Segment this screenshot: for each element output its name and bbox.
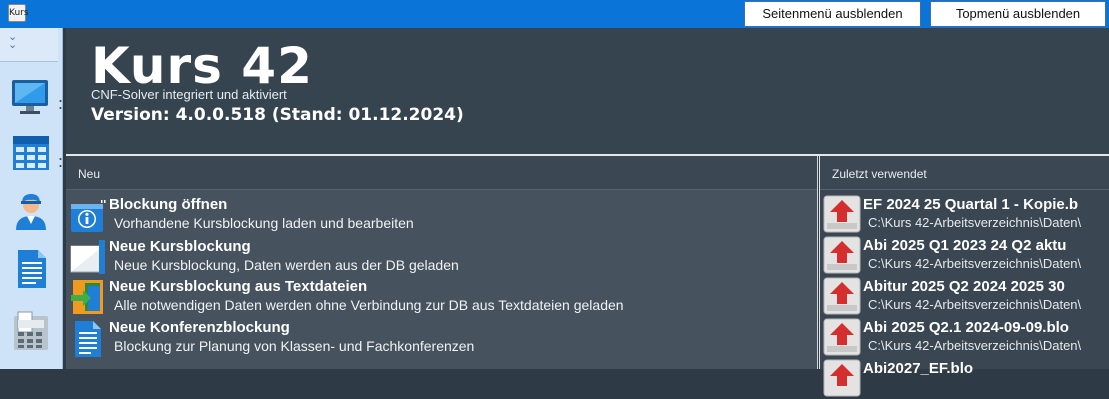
recent-file-title: Abi 2025 Q1 2023 24 Q2 aktu [863, 237, 1067, 254]
recent-panel: Zuletzt verwendet EF 2024 25 Quartal 1 -… [819, 156, 1109, 397]
user-icon[interactable] [10, 190, 52, 232]
upload-file-icon [823, 318, 861, 356]
calculator-icon[interactable] [10, 310, 52, 352]
recent-file-item[interactable]: Abi2027_EF.blo [820, 358, 1109, 399]
upload-file-icon [823, 236, 861, 274]
monitor-icon[interactable] [10, 76, 52, 118]
app-header: Kurs 42 CNF-Solver integriert und aktivi… [66, 28, 1109, 154]
version-text: Version: 4.0.0.518 (Stand: 01.12.2024) [91, 105, 464, 125]
new-kursblockung-item[interactable]: Neue Kursblockung Neue Kursblockung, Dat… [66, 236, 818, 277]
recent-file-title: EF 2024 25 Quartal 1 - Kopie.b [863, 196, 1079, 213]
hide-side-menu-button[interactable]: Seitenmenü ausblenden [744, 1, 921, 27]
new-panel-heading: Neu [66, 156, 817, 190]
sidebar: ⌄ ⌄ [0, 28, 63, 369]
new-blockung-icon [70, 240, 105, 274]
sidebar-collapse-button[interactable]: ⌄ ⌄ [0, 28, 58, 62]
upload-file-icon [823, 277, 861, 315]
double-chevron-down-icon: ⌄ ⌄ [8, 30, 18, 51]
recent-panel-heading-label: Zuletzt verwendet [832, 167, 927, 181]
conference-document-icon [75, 321, 101, 357]
hide-top-menu-button[interactable]: Topmenü ausblenden [930, 1, 1106, 27]
item-title: Neue Kursblockung aus Textdateien [109, 278, 368, 295]
document-icon[interactable] [10, 248, 52, 290]
solver-status-text: CNF-Solver integriert und aktiviert [91, 87, 287, 102]
item-title: Blockung öffnen [109, 196, 228, 213]
item-description: Alle notwendigen Daten werden ohne Verbi… [114, 297, 624, 313]
new-panel-heading-label: Neu [78, 167, 101, 181]
upload-file-icon [823, 359, 861, 397]
import-door-icon [71, 280, 103, 314]
recent-file-path: C:\Kurs 42-Arbeitsverzeichnis\Daten\ [868, 256, 1082, 271]
item-description: Neue Kursblockung, Daten werden aus der … [114, 257, 459, 273]
recent-file-item[interactable]: Abitur 2025 Q2 2024 2025 30 C:\Kurs 42-A… [820, 276, 1109, 317]
recent-panel-heading: Zuletzt verwendet [820, 156, 1109, 190]
item-title: Neue Konferenzblockung [109, 319, 290, 336]
recent-file-title: Abitur 2025 Q2 2024 2025 30 [863, 278, 1065, 295]
new-panel: Neu Blockung öffnen Vorhandene Kursblock… [66, 156, 818, 369]
recent-file-item[interactable]: EF 2024 25 Quartal 1 - Kopie.b C:\Kurs 4… [820, 194, 1109, 235]
open-blockung-item[interactable]: Blockung öffnen Vorhandene Kursblockung … [66, 194, 818, 235]
item-title: Neue Kursblockung [109, 238, 251, 255]
new-konferenzblockung-item[interactable]: Neue Konferenzblockung Blockung zur Plan… [66, 317, 818, 358]
recent-file-title: Abi 2025 Q2.1 2024-09-09.blo [863, 319, 1069, 336]
recent-file-path: C:\Kurs 42-Arbeitsverzeichnis\Daten\ [868, 215, 1082, 230]
dots-icon [59, 156, 62, 170]
table-grid-icon[interactable] [10, 132, 52, 174]
recent-file-path: C:\Kurs 42-Arbeitsverzeichnis\Daten\ [868, 297, 1082, 312]
item-description: Vorhandene Kursblockung laden und bearbe… [114, 215, 414, 231]
upload-file-icon [823, 195, 861, 233]
info-icon [71, 200, 106, 232]
app-icon[interactable]: Kurs [8, 4, 29, 22]
dots-icon [59, 98, 62, 112]
recent-file-item[interactable]: Abi 2025 Q1 2023 24 Q2 aktu C:\Kurs 42-A… [820, 235, 1109, 276]
title-bar: Kurs Seitenmenü ausblenden Topmenü ausbl… [0, 0, 1109, 28]
item-description: Blockung zur Planung von Klassen- und Fa… [114, 338, 475, 354]
recent-file-path: C:\Kurs 42-Arbeitsverzeichnis\Daten\ [868, 338, 1082, 353]
new-kursblockung-textfiles-item[interactable]: Neue Kursblockung aus Textdateien Alle n… [66, 276, 818, 317]
recent-file-item[interactable]: Abi 2025 Q2.1 2024-09-09.blo C:\Kurs 42-… [820, 317, 1109, 358]
